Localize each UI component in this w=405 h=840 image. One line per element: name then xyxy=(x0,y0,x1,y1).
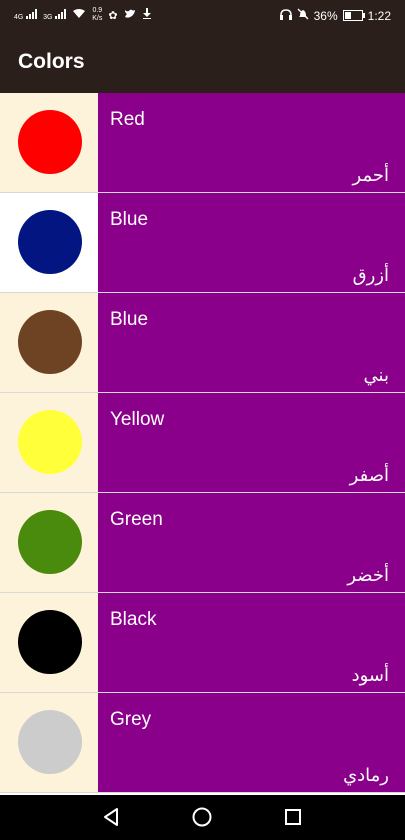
swatch-cell xyxy=(0,393,98,492)
list-item[interactable]: Green أخضر xyxy=(0,493,405,593)
color-text-cell: Black أسود xyxy=(98,593,405,692)
mute-icon xyxy=(297,8,309,23)
list-item[interactable]: Grey رمادي xyxy=(0,693,405,793)
swatch-cell xyxy=(0,93,98,192)
status-left: 4G 3G 0.9 K/s ✿ xyxy=(14,7,152,23)
arabic-name: أسود xyxy=(351,665,389,686)
color-swatch xyxy=(18,410,82,474)
english-name: Blue xyxy=(110,209,149,230)
status-bar: 4G 3G 0.9 K/s ✿ 36% 1:22 xyxy=(0,0,405,34)
recent-apps-icon[interactable] xyxy=(281,805,305,829)
color-text-cell: Blue بني xyxy=(98,293,405,392)
wifi-icon xyxy=(72,8,86,22)
english-name: Blue xyxy=(110,309,149,330)
arabic-name: أخضر xyxy=(347,565,389,586)
app-bar: Colors xyxy=(0,34,405,93)
swatch-cell xyxy=(0,693,98,792)
status-right: 36% 1:22 xyxy=(279,8,391,23)
color-text-cell: Grey رمادي xyxy=(98,693,405,792)
english-name: Grey xyxy=(110,709,152,730)
list-item[interactable]: Yellow أصفر xyxy=(0,393,405,493)
color-list[interactable]: Red أحمر Blue أزرق Blue بني Yellow أصفر Green أخض… xyxy=(0,93,405,795)
color-text-cell: Yellow أصفر xyxy=(98,393,405,492)
page-title: Colors xyxy=(18,50,85,73)
back-icon[interactable] xyxy=(100,805,124,829)
list-item[interactable]: Blue بني xyxy=(0,293,405,393)
network-type-2: 3G xyxy=(43,13,53,21)
headset-icon xyxy=(279,8,292,23)
english-name: Black xyxy=(110,609,157,630)
swatch-cell xyxy=(0,293,98,392)
color-swatch xyxy=(18,210,82,274)
battery-percent: 36% xyxy=(313,8,338,23)
clock: 1:22 xyxy=(367,8,391,23)
download-icon xyxy=(142,8,152,22)
battery-icon xyxy=(342,10,365,21)
swatch-cell xyxy=(0,593,98,692)
color-swatch xyxy=(18,610,82,674)
color-swatch xyxy=(18,510,82,574)
arabic-name: أحمر xyxy=(352,165,389,186)
signal-1-icon: 4G xyxy=(14,8,38,22)
arabic-name: بني xyxy=(363,365,389,386)
arabic-name: أصفر xyxy=(349,465,389,486)
network-speed: 0.9 K/s xyxy=(92,7,103,22)
english-name: Red xyxy=(110,109,145,130)
color-swatch xyxy=(18,310,82,374)
twitter-icon xyxy=(124,9,136,22)
list-item[interactable]: Red أحمر xyxy=(0,93,405,193)
color-text-cell: Blue أزرق xyxy=(98,193,405,292)
network-type-1: 4G xyxy=(14,13,24,21)
color-swatch xyxy=(18,110,82,174)
navigation-bar xyxy=(0,795,405,840)
arabic-name: أزرق xyxy=(352,265,389,286)
color-swatch xyxy=(18,710,82,774)
signal-2-icon: 3G xyxy=(43,8,67,22)
app-notification-icon: ✿ xyxy=(108,9,118,22)
home-icon[interactable] xyxy=(190,805,214,829)
english-name: Green xyxy=(110,509,163,530)
swatch-cell xyxy=(0,493,98,592)
color-text-cell: Red أحمر xyxy=(98,93,405,192)
swatch-cell xyxy=(0,193,98,292)
english-name: Yellow xyxy=(110,409,165,430)
list-item[interactable]: Blue أزرق xyxy=(0,193,405,293)
arabic-name: رمادي xyxy=(343,765,389,786)
color-text-cell: Green أخضر xyxy=(98,493,405,592)
list-item[interactable]: Black أسود xyxy=(0,593,405,693)
